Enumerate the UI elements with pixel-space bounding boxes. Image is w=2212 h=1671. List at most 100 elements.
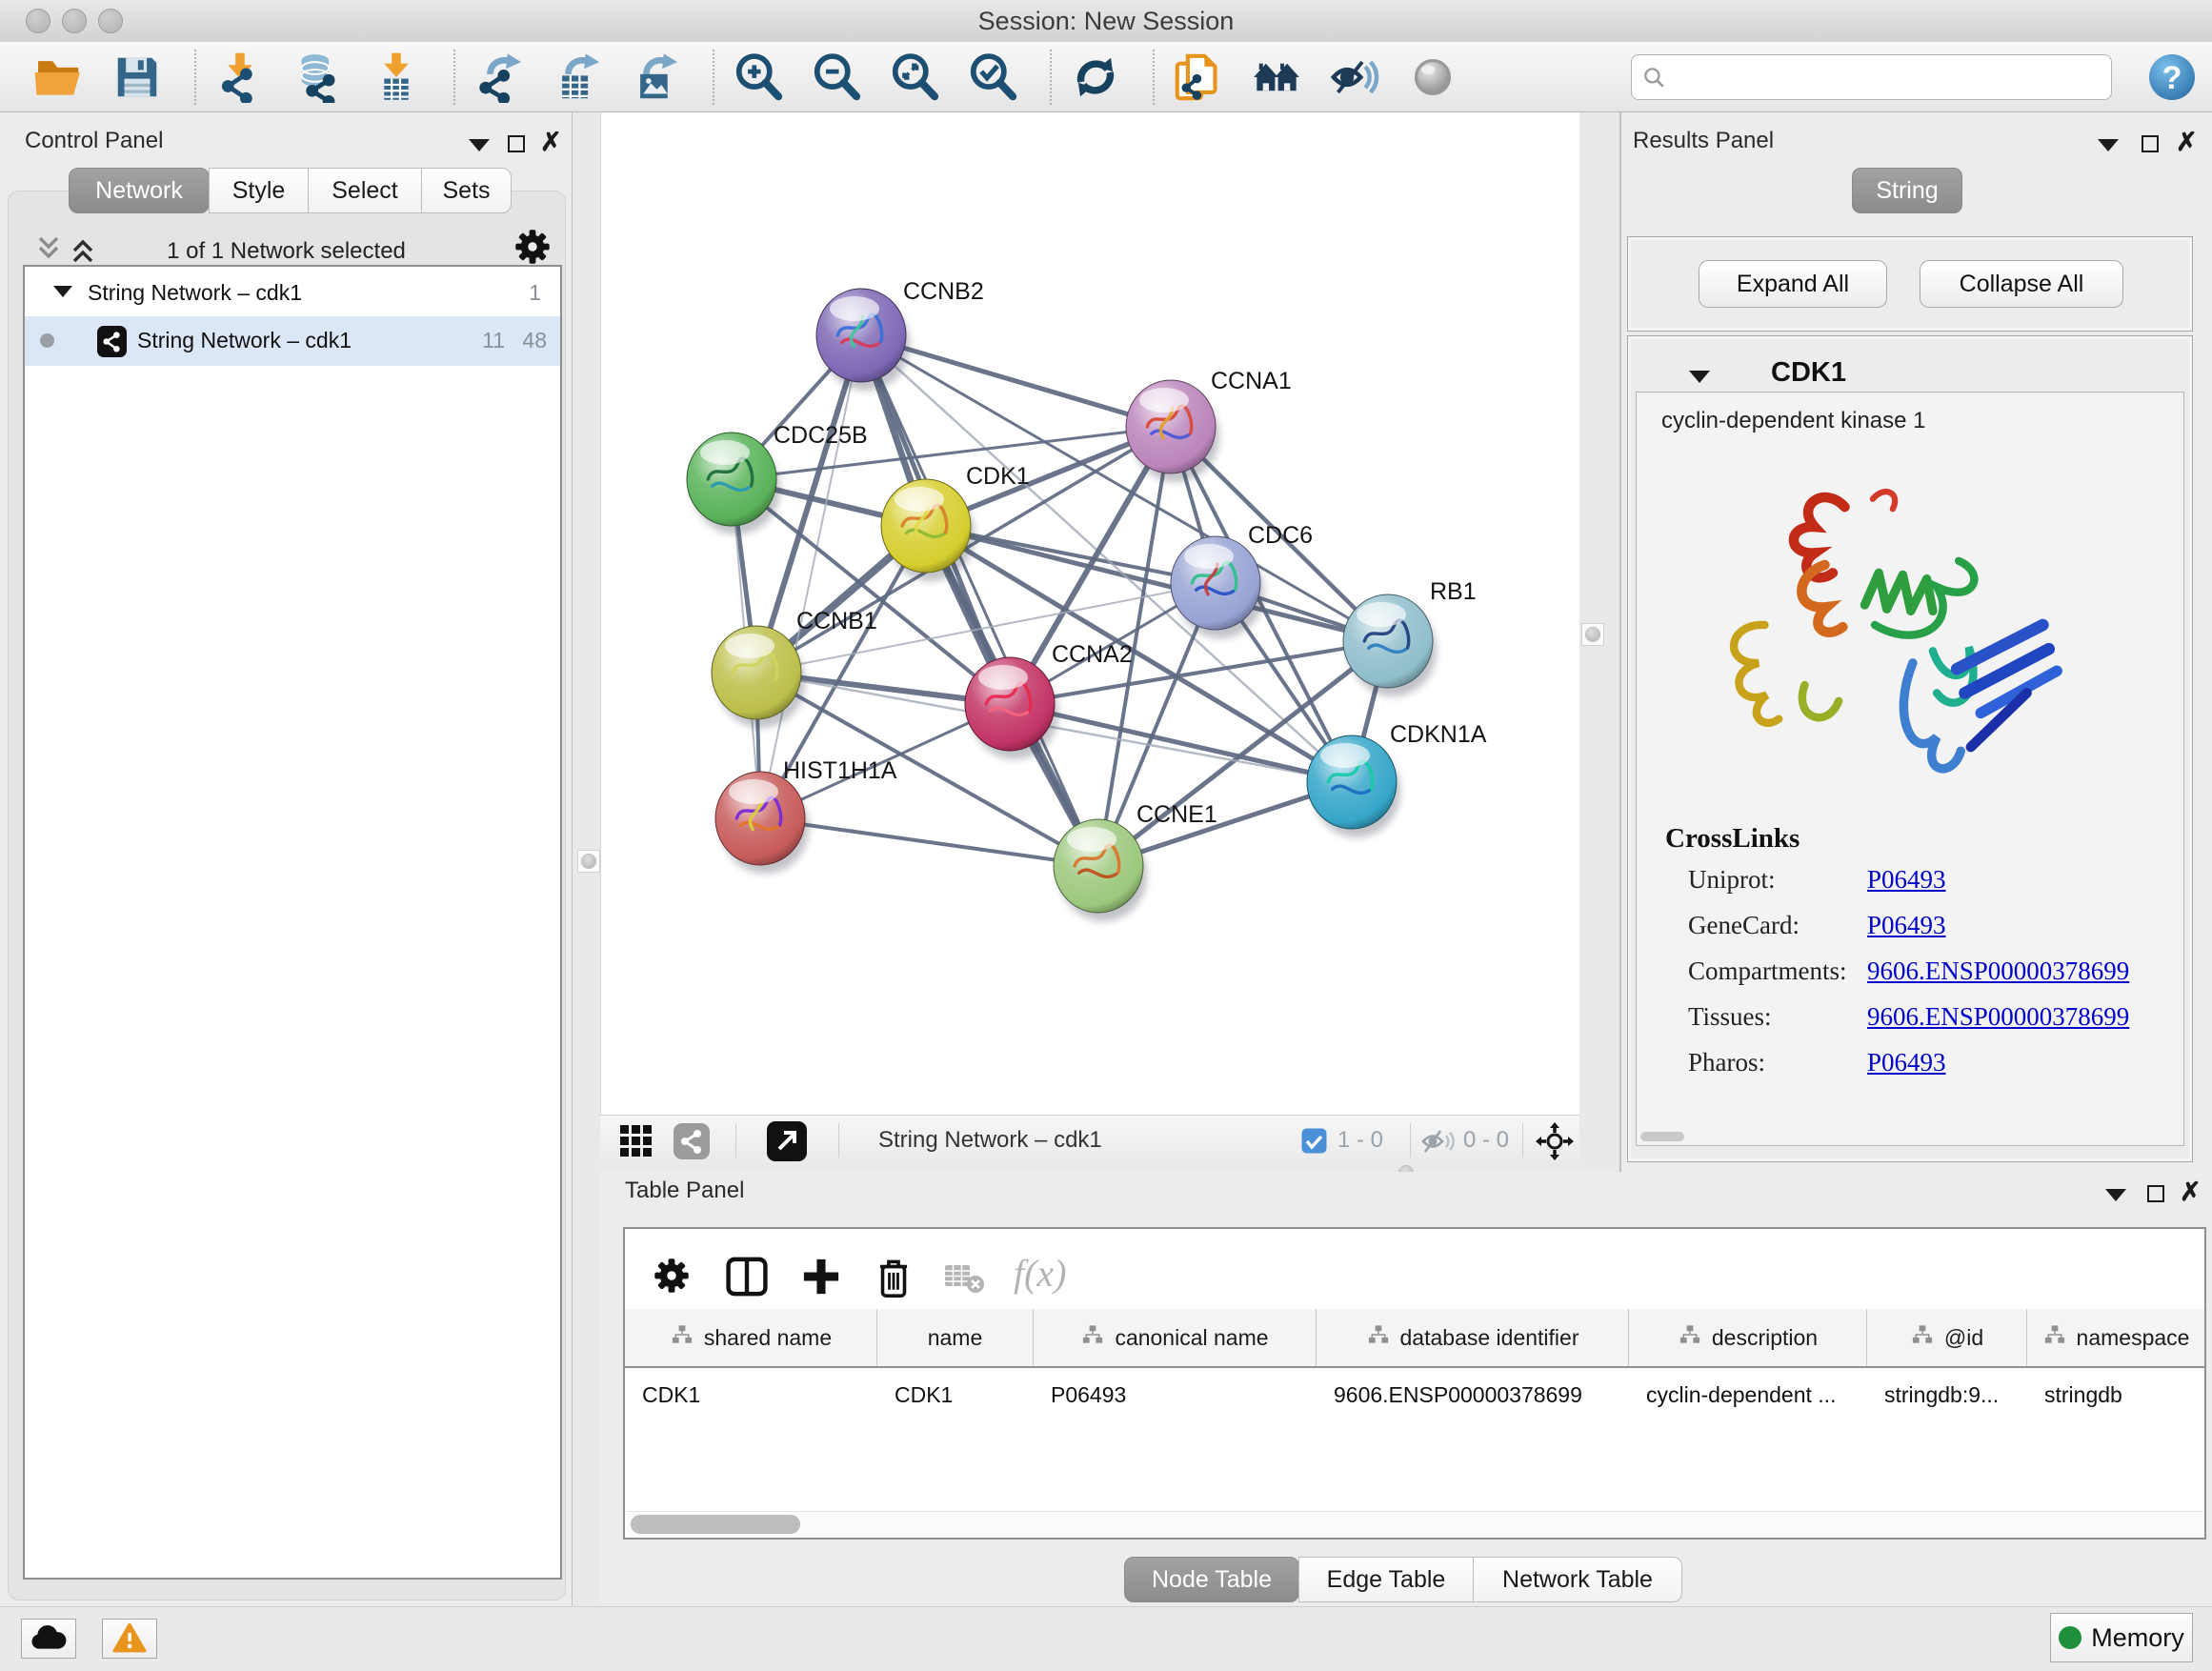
node-label-CCNA1: CCNA1 [1211, 368, 1292, 394]
mini-scrollbar-thumb[interactable] [1640, 1132, 1684, 1141]
table-row[interactable]: CDK1CDK1P064939606.ENSP00000378699cyclin… [625, 1368, 2204, 1421]
node-highlight [978, 665, 1028, 690]
close-panel-icon[interactable]: ✗ [2176, 130, 2198, 155]
tab-style[interactable]: Style [209, 168, 309, 213]
zoom-selected-icon[interactable] [966, 50, 1019, 105]
add-column-icon[interactable] [800, 1256, 842, 1298]
tab-edge-table[interactable]: Edge Table [1298, 1557, 1474, 1602]
title-bar: Session: New Session [0, 0, 2212, 43]
column-header-description[interactable]: description [1629, 1309, 1867, 1366]
tab-network[interactable]: Network [69, 168, 210, 213]
zoom-fit-icon[interactable] [888, 50, 941, 105]
node-highlight [729, 779, 778, 804]
network-view-title: String Network – cdk1 [878, 1116, 1102, 1165]
hidden-eye-slash-icon [1421, 1127, 1458, 1156]
table-options-gear-icon[interactable] [652, 1256, 692, 1296]
column-header-sharedname[interactable]: shared name [625, 1309, 877, 1366]
crosslink-link[interactable]: 9606.ENSP00000378699 [1867, 1002, 2129, 1032]
network-collection-row[interactable]: String Network – cdk1 1 [25, 271, 560, 318]
memory-button[interactable]: Memory [2050, 1613, 2193, 1662]
import-table-icon[interactable] [370, 50, 423, 105]
zoom-out-icon[interactable] [810, 50, 863, 105]
table-cell[interactable]: P06493 [1034, 1368, 1317, 1421]
import-database-icon[interactable] [292, 50, 345, 105]
save-session-icon[interactable] [111, 50, 164, 105]
left-splitter-handle[interactable] [577, 850, 600, 873]
expand-all-button[interactable]: Expand All [1699, 260, 1887, 308]
delete-table-icon [945, 1263, 985, 1296]
column-header-canonicalname[interactable]: canonical name [1034, 1309, 1317, 1366]
table-cell[interactable]: CDK1 [877, 1368, 1034, 1421]
column-header-id[interactable]: @id [1867, 1309, 2027, 1366]
crosslink-link[interactable]: 9606.ENSP00000378699 [1867, 956, 2129, 986]
network-view-toolbar: String Network – cdk1 1 - 0 0 - 0 [600, 1115, 1579, 1164]
collapse-panel-icon[interactable] [2098, 139, 2119, 151]
import-network-icon[interactable] [213, 50, 267, 105]
fit-content-crosshair-icon[interactable] [1536, 1122, 1574, 1160]
toolbar-separator [735, 1123, 736, 1158]
crosslink-row: Compartments:9606.ENSP00000378699 [1637, 956, 2183, 995]
section-disclosure-icon[interactable] [1689, 371, 1710, 383]
network-edge[interactable] [926, 526, 1388, 641]
apply-layout-icon[interactable] [1069, 50, 1122, 105]
collapse-all-button[interactable]: Collapse All [1920, 260, 2123, 308]
collection-disclosure-icon[interactable] [53, 286, 72, 297]
scrollbar-thumb[interactable] [631, 1515, 800, 1534]
export-table-icon[interactable] [551, 50, 604, 105]
table-cell[interactable]: stringdb:9... [1867, 1368, 2027, 1421]
string-pages-icon[interactable] [1172, 50, 1225, 105]
string-homes-icon[interactable] [1250, 50, 1303, 105]
warning-status-icon[interactable] [102, 1619, 157, 1659]
network-edge[interactable] [760, 335, 861, 818]
collapse-panel-icon[interactable] [469, 139, 490, 151]
birds-eye-view-icon[interactable] [619, 1124, 654, 1158]
close-panel-icon[interactable]: ✗ [540, 130, 562, 155]
network-view-dot-icon [40, 333, 54, 348]
column-header-namespace[interactable]: namespace [2027, 1309, 2204, 1366]
show-columns-icon[interactable] [726, 1256, 768, 1298]
float-panel-icon[interactable] [2142, 135, 2159, 152]
table-horizontal-scrollbar[interactable] [627, 1511, 2202, 1537]
table-cell[interactable]: cyclin-dependent ... [1629, 1368, 1867, 1421]
selected-nodes-checkbox-icon[interactable] [1301, 1128, 1327, 1154]
string-sphere-icon[interactable] [1406, 50, 1459, 105]
search-box[interactable] [1631, 54, 2112, 100]
export-image-icon[interactable] [629, 50, 682, 105]
network-edge[interactable] [1010, 704, 1352, 782]
column-header-name[interactable]: name [877, 1309, 1034, 1366]
tab-network-table[interactable]: Network Table [1473, 1557, 1682, 1602]
cloud-status-icon[interactable] [21, 1619, 76, 1659]
table-cell[interactable]: 9606.ENSP00000378699 [1317, 1368, 1629, 1421]
crosslink-link[interactable]: P06493 [1867, 911, 1946, 940]
collapse-panel-icon[interactable] [2105, 1189, 2126, 1201]
open-session-icon[interactable] [32, 50, 86, 105]
right-splitter-handle[interactable] [1581, 623, 1604, 646]
node-label-CCNB2: CCNB2 [903, 278, 984, 305]
column-header-databaseidentifier[interactable]: database identifier [1317, 1309, 1629, 1366]
network-row[interactable]: String Network – cdk1 11 48 [25, 316, 560, 366]
crosslink-link[interactable]: P06493 [1867, 865, 1946, 895]
column-label: shared name [704, 1325, 832, 1351]
string-eye-icon[interactable] [1328, 50, 1381, 105]
delete-column-trash-icon[interactable] [873, 1256, 915, 1299]
tab-string[interactable]: String [1852, 168, 1962, 213]
search-input[interactable] [1676, 57, 2103, 97]
float-panel-icon[interactable] [508, 135, 525, 152]
export-network-icon[interactable] [473, 50, 526, 105]
float-panel-icon[interactable] [2147, 1185, 2164, 1202]
table-cell[interactable]: stringdb [2027, 1368, 2204, 1421]
help-button[interactable]: ? [2149, 54, 2195, 100]
tab-select[interactable]: Select [308, 168, 422, 213]
shared-column-icon [1678, 1324, 1702, 1351]
close-panel-icon[interactable]: ✗ [2180, 1179, 2202, 1205]
crosslink-link[interactable]: P06493 [1867, 1048, 1946, 1077]
network-canvas[interactable]: CCNB2CCNA1CDC25BCDK1CDC6RB1CCNB1CCNA2CDK… [600, 112, 1579, 1115]
graphics-details-icon[interactable] [673, 1122, 711, 1160]
detach-view-icon[interactable] [766, 1120, 808, 1162]
network-edge[interactable] [760, 818, 1098, 866]
table-cell[interactable]: CDK1 [625, 1368, 877, 1421]
tab-node-table[interactable]: Node Table [1124, 1557, 1299, 1602]
network-edge[interactable] [861, 335, 1098, 866]
tab-sets[interactable]: Sets [421, 168, 512, 213]
zoom-in-icon[interactable] [732, 50, 785, 105]
